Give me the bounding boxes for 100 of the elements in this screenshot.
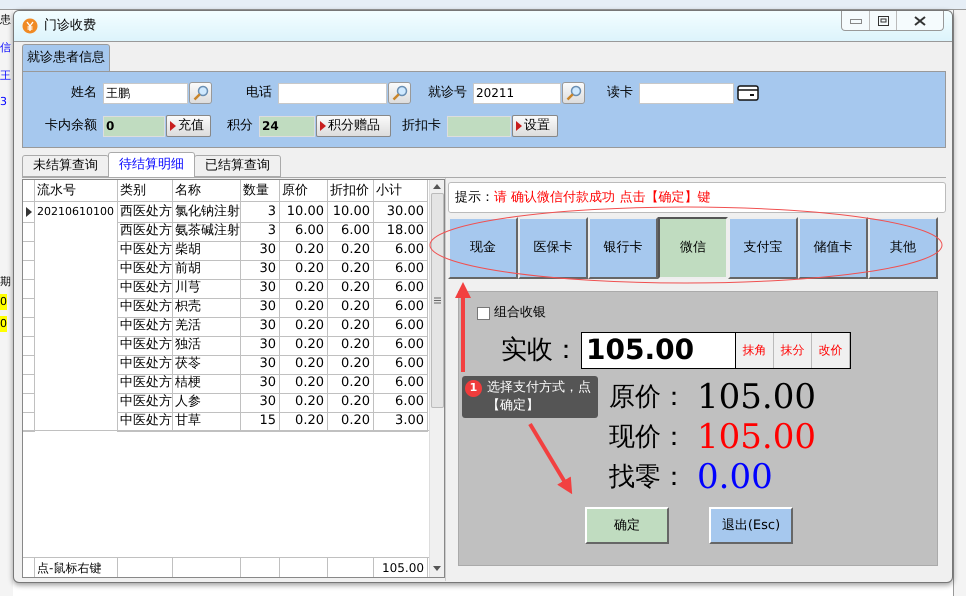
table-cell: 30 xyxy=(241,316,280,336)
table-cell: 羌活 xyxy=(173,316,241,336)
input-field[interactable]: 王鹏 xyxy=(103,82,188,104)
table-cell: 6.00 xyxy=(280,221,328,242)
column-header[interactable]: 数量 xyxy=(241,180,280,202)
background-text: 期 xyxy=(0,274,11,290)
window-title: 门诊收费 xyxy=(44,17,96,36)
scrollbar[interactable] xyxy=(429,180,444,577)
column-header[interactable]: 类别 xyxy=(118,180,173,202)
table-cell: 0.20 xyxy=(328,297,374,318)
card-icon[interactable] xyxy=(737,84,759,102)
table-cell: 10.00 xyxy=(280,202,328,222)
table-cell: 0.20 xyxy=(328,392,374,412)
exit-button[interactable]: 退出(Esc) xyxy=(709,507,793,544)
adjust-button[interactable]: 抹分 xyxy=(774,332,812,368)
payment-method-button[interactable]: 银行卡 xyxy=(588,217,658,279)
adjust-button[interactable]: 改价 xyxy=(812,332,850,368)
table-cell: 0.20 xyxy=(280,354,328,374)
column-header[interactable]: 原价 xyxy=(280,180,328,202)
maximize-icon xyxy=(878,16,888,26)
payment-method-button[interactable]: 支付宝 xyxy=(728,217,798,279)
step-badge: 1 xyxy=(465,380,482,397)
scroll-up-icon[interactable] xyxy=(433,184,441,189)
play-icon xyxy=(320,121,326,131)
input-field[interactable]: 24 xyxy=(259,116,315,136)
table-cell: 点-鼠标右键 xyxy=(35,558,118,577)
table-cell: 0.20 xyxy=(328,259,374,280)
background-text: 0 xyxy=(0,316,7,332)
table-cell: 0.20 xyxy=(280,259,328,280)
table-cell: 中医处方 xyxy=(118,373,173,394)
input-field[interactable]: 20211 xyxy=(473,82,561,104)
action-button[interactable]: 设置 xyxy=(512,115,558,137)
field-label: 读卡 xyxy=(606,84,634,102)
payment-method-button[interactable]: 微信 xyxy=(658,217,728,279)
column-header[interactable]: 名称 xyxy=(173,180,241,202)
input-field[interactable] xyxy=(447,116,511,136)
table-cell: 18.00 xyxy=(374,221,428,242)
adjust-button[interactable]: 抹角 xyxy=(736,332,774,368)
table-cell: 中医处方 xyxy=(118,297,173,318)
confirm-button[interactable]: 确定 xyxy=(585,507,669,544)
table-cell: 氯化钠注射 xyxy=(173,202,241,222)
field-label: 电话 xyxy=(245,84,273,102)
table-cell: 6.00 xyxy=(374,354,428,374)
column-header[interactable]: 折扣价 xyxy=(328,180,374,202)
scroll-down-icon[interactable] xyxy=(433,566,441,571)
close-icon xyxy=(914,16,926,26)
payment-method-button[interactable]: 医保卡 xyxy=(518,217,588,279)
payment-method-button[interactable]: 现金 xyxy=(448,217,518,279)
table-cell: 20210610100 xyxy=(35,202,118,222)
table-cell: 氨茶碱注射 xyxy=(173,221,241,242)
tab[interactable]: 未结算查询 xyxy=(22,155,109,177)
table-cell: 0.20 xyxy=(328,411,374,432)
table-cell: 30 xyxy=(241,373,280,394)
table-cell: 30 xyxy=(241,259,280,280)
table-cell: 3 xyxy=(241,202,280,222)
search-button[interactable] xyxy=(388,82,411,104)
amount-value: 105.00 xyxy=(697,416,816,458)
table-cell: 15 xyxy=(241,411,280,432)
payment-method-button[interactable]: 其他 xyxy=(868,217,938,279)
coin-icon xyxy=(22,18,38,34)
group-tab[interactable]: 就诊患者信息 xyxy=(22,44,110,71)
table-cell: 中医处方 xyxy=(118,392,173,412)
field-label: 卡内余额 xyxy=(44,117,98,136)
search-button[interactable] xyxy=(562,82,585,104)
action-button[interactable]: 充值 xyxy=(166,115,211,137)
received-label: 实收： xyxy=(501,334,580,366)
tab[interactable]: 已结算查询 xyxy=(194,155,281,177)
table-cell: 6.00 xyxy=(374,316,428,336)
action-button[interactable]: 积分赠品 xyxy=(316,115,391,137)
table-cell: 30.00 xyxy=(374,202,428,222)
table-cell: 柴胡 xyxy=(173,240,241,260)
table-cell: 桔梗 xyxy=(173,373,241,394)
table-cell: 中医处方 xyxy=(118,335,173,356)
table-cell: 30 xyxy=(241,297,280,318)
amount-label: 原价： xyxy=(609,380,688,414)
table-cell: 西医处方 xyxy=(118,221,173,242)
table-cell: 0.20 xyxy=(280,278,328,298)
checkbox[interactable] xyxy=(477,306,490,320)
search-button[interactable] xyxy=(189,82,212,104)
minimize-icon xyxy=(850,18,862,24)
background-text: 3 xyxy=(0,94,7,110)
table-cell: 0.20 xyxy=(280,316,328,336)
table-cell: 6.00 xyxy=(374,392,428,412)
input-field[interactable] xyxy=(639,82,734,104)
column-header[interactable]: 小计 xyxy=(374,180,428,202)
tab[interactable]: 待结算明细 xyxy=(108,152,195,177)
table-cell: 3.00 xyxy=(374,411,428,432)
table-cell: 30 xyxy=(241,240,280,260)
input-field[interactable]: 0 xyxy=(103,116,165,136)
table-cell: 0.20 xyxy=(328,278,374,298)
table-cell: 0.20 xyxy=(280,240,328,260)
payment-method-button[interactable]: 储值卡 xyxy=(798,217,868,279)
table-cell: 10.00 xyxy=(328,202,374,222)
input-field[interactable] xyxy=(278,82,387,104)
table-cell: 6.00 xyxy=(374,335,428,356)
received-amount-field[interactable]: 105.00 xyxy=(581,332,736,368)
table-cell: 前胡 xyxy=(173,259,241,280)
table-cell: 中医处方 xyxy=(118,278,173,298)
table-cell: 105.00 xyxy=(374,558,428,577)
annotation-arrow xyxy=(528,422,572,494)
